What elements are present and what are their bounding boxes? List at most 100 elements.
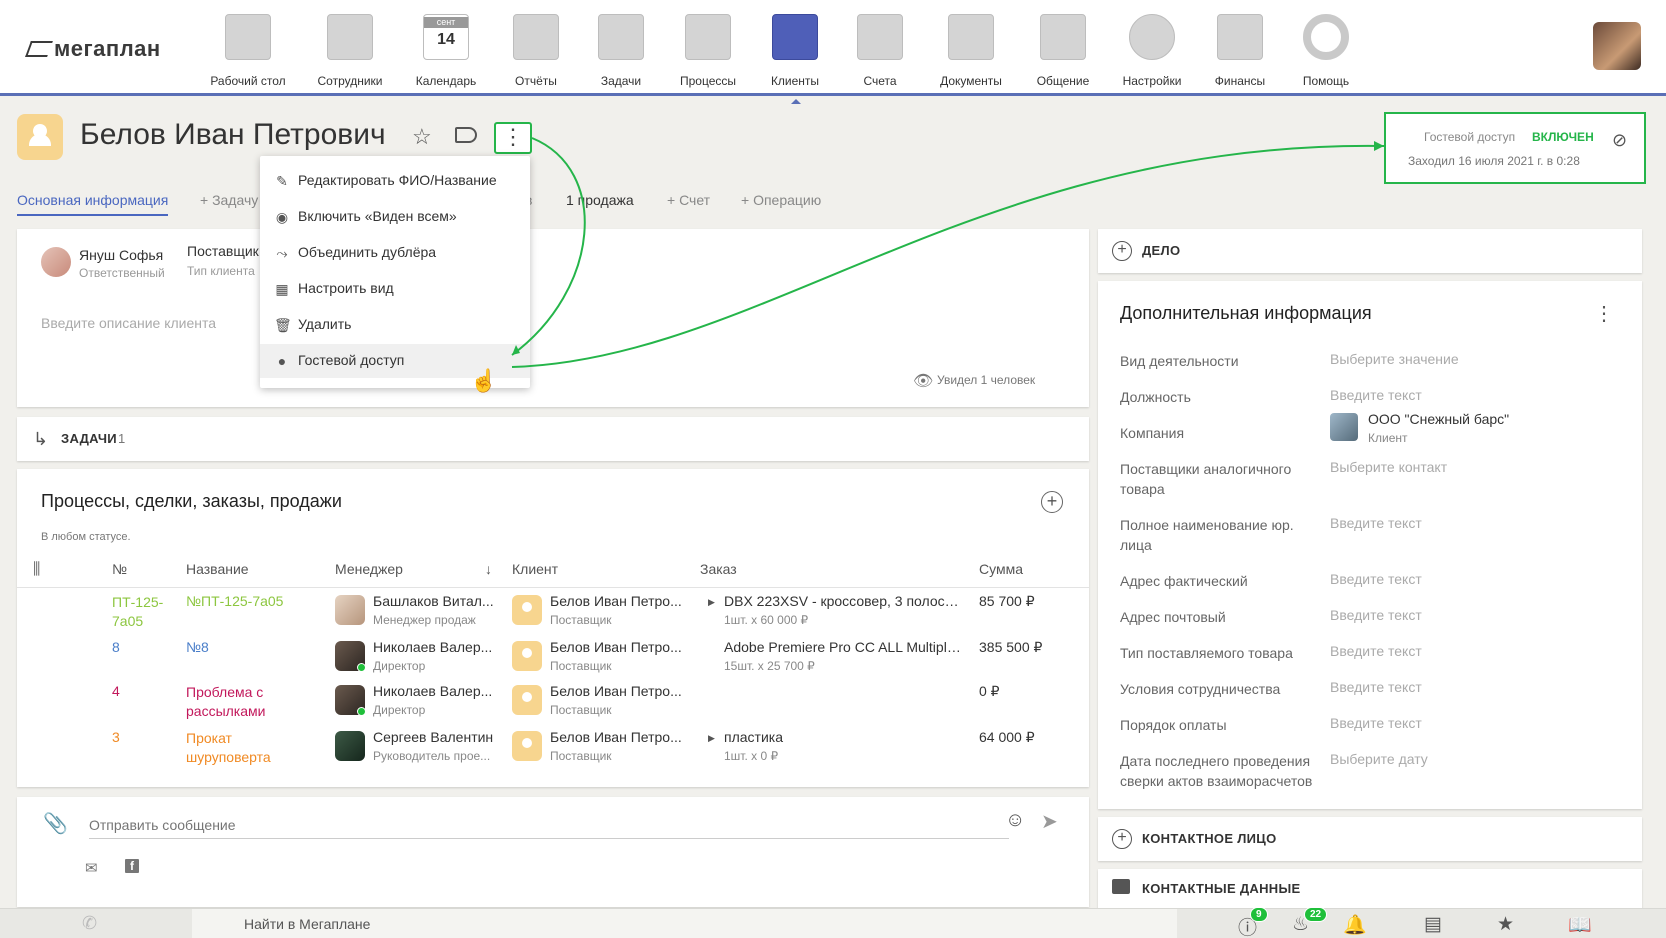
client-name[interactable]: Белов Иван Петро... (550, 729, 685, 745)
manager-avatar[interactable] (335, 595, 365, 625)
nav-item-invoices[interactable]: Счета (838, 14, 922, 88)
contact-person-section[interactable]: + КОНТАКТНОЕ ЛИЦО (1098, 817, 1642, 861)
user-avatar[interactable] (1593, 22, 1641, 70)
menu-item-edit-name[interactable]: ✎ Редактировать ФИО/Название (260, 164, 530, 198)
facebook-icon[interactable]: f (125, 859, 139, 873)
menu-item-merge-duplicate[interactable]: ⤳ Объединить дублёра (260, 236, 530, 270)
columns-settings-icon[interactable]: ⫼ (33, 561, 40, 579)
more-vertical-icon[interactable]: ⋮ (1594, 301, 1614, 326)
contact-data-section[interactable]: КОНТАКТНЫЕ ДАННЫЕ (1098, 869, 1642, 909)
field-value[interactable]: Введите текст (1330, 607, 1422, 623)
field-value[interactable]: Выберите контакт (1330, 459, 1447, 475)
menu-item-delete[interactable]: 🗑 Удалить (260, 308, 530, 342)
menu-item-customize-view[interactable]: ▦ Настроить вид (260, 272, 530, 306)
client-name[interactable]: Белов Иван Петро... (550, 683, 685, 699)
guest-access-status[interactable]: ВКЛЮЧЕН (1532, 130, 1594, 144)
deal-section[interactable]: + ДЕЛО (1098, 229, 1642, 273)
add-circle-icon[interactable]: + (1112, 829, 1132, 849)
row-name[interactable]: №ПТ-125-7a05 (186, 593, 316, 609)
send-icon[interactable]: ➤ (1041, 809, 1058, 834)
nav-item-help[interactable]: Помощь (1284, 14, 1368, 88)
row-name[interactable]: Проблема с рассылками (186, 683, 306, 721)
tab-add-task[interactable]: + Задачу (200, 192, 258, 208)
global-search[interactable]: Найти в Мегаплане (192, 909, 1177, 938)
add-circle-icon[interactable]: + (1112, 241, 1132, 261)
field-value[interactable]: Введите текст (1330, 715, 1422, 731)
nav-item-calendar[interactable]: сент 14 Календарь (404, 14, 488, 88)
star-filled-icon[interactable]: ★ (1497, 913, 1514, 936)
paperclip-icon[interactable]: 📎 (43, 811, 68, 836)
column-header-order[interactable]: Заказ (700, 561, 737, 577)
tab-add-invoice[interactable]: + Счет (667, 192, 710, 208)
row-name[interactable]: Прокат шуруповерта (186, 729, 306, 767)
more-actions-button[interactable]: ⋮ (494, 122, 532, 154)
column-header-manager[interactable]: Менеджер (335, 561, 403, 577)
field-value[interactable]: Введите текст (1330, 387, 1422, 403)
sort-arrow-icon[interactable]: ↓ (485, 561, 492, 577)
megaplan-logo[interactable]: мегаплан (25, 36, 161, 62)
nav-item-employees[interactable]: Сотрудники (308, 14, 392, 88)
nav-item-chat[interactable]: Общение (1021, 14, 1105, 88)
processes-filter-status[interactable]: В любом статусе. (41, 531, 131, 543)
field-value[interactable]: Выберите дату (1330, 751, 1428, 767)
nav-item-tasks[interactable]: Задачи (579, 14, 663, 88)
expand-arrow-icon[interactable]: ▶ (708, 597, 715, 608)
field-value[interactable]: Введите текст (1330, 679, 1422, 695)
manager-name[interactable]: Сергеев Валентин (373, 729, 498, 745)
tag-icon[interactable] (455, 127, 477, 143)
row-number[interactable]: 3 (112, 729, 172, 745)
client-name[interactable]: Белов Иван Петро... (550, 593, 685, 609)
nav-item-settings[interactable]: Настройки (1110, 14, 1194, 88)
row-name[interactable]: №8 (186, 639, 316, 655)
emoji-icon[interactable]: ☺ (1005, 809, 1025, 832)
responsible-name[interactable]: Януш Софья (79, 247, 163, 263)
row-number[interactable]: 8 (112, 639, 172, 655)
description-input[interactable]: Введите описание клиента (41, 315, 216, 331)
client-type-value[interactable]: Поставщик (187, 243, 259, 259)
order-name[interactable]: DBX 223XSV - кроссовер, 3 полосы... (724, 593, 964, 609)
nav-item-finance[interactable]: Финансы (1198, 14, 1282, 88)
add-process-button[interactable]: + (1041, 491, 1063, 513)
company-name[interactable]: ООО "Снежный барс" (1368, 411, 1509, 427)
row-number[interactable]: ПТ-125-7a05 (112, 593, 172, 631)
eye-off-icon[interactable]: ⊘ (1612, 130, 1627, 151)
field-value[interactable]: Введите текст (1330, 515, 1422, 531)
column-header-sum[interactable]: Сумма (979, 561, 1023, 577)
manager-name[interactable]: Николаев Валер... (373, 639, 498, 655)
field-value[interactable]: Выберите значение (1330, 351, 1459, 367)
manager-name[interactable]: Николаев Валер... (373, 683, 498, 699)
row-number[interactable]: 4 (112, 683, 172, 699)
manager-avatar[interactable] (335, 731, 365, 761)
tab-add-operation[interactable]: + Операцию (741, 192, 821, 208)
order-name[interactable]: Adobe Premiere Pro CC ALL Multiple... (724, 639, 964, 655)
manager-name[interactable]: Башлаков Витал... (373, 593, 498, 609)
alert-icon[interactable]: ⓘ 9 (1238, 907, 1268, 938)
book-icon[interactable]: 📖 (1568, 913, 1592, 937)
message-input[interactable] (89, 811, 1009, 839)
nav-item-processes[interactable]: Процессы (666, 14, 750, 88)
expand-arrow-icon[interactable]: ▶ (708, 733, 715, 744)
field-value[interactable]: Введите текст (1330, 643, 1422, 659)
email-icon[interactable]: ✉ (85, 859, 98, 877)
tab-sales[interactable]: 1 продажа (566, 192, 634, 208)
phone-icon[interactable]: ✆ (82, 913, 97, 934)
nav-item-documents[interactable]: Документы (929, 14, 1013, 88)
star-icon[interactable]: ☆ (412, 124, 432, 150)
seen-counter[interactable]: 👁 Увидел 1 человек (913, 373, 1035, 390)
tab-main-info[interactable]: Основная информация (17, 192, 169, 216)
column-header-num[interactable]: № (112, 561, 127, 577)
fire-icon[interactable]: ♨ 22 (1292, 907, 1328, 936)
bell-icon[interactable]: 🔔 (1343, 913, 1367, 937)
field-value[interactable]: Введите текст (1330, 571, 1422, 587)
order-name[interactable]: пластика (724, 729, 964, 745)
nav-item-desktop[interactable]: Рабочий стол (206, 14, 290, 88)
tasks-section[interactable]: ↳ ЗАДАЧИ 1 (17, 417, 1089, 461)
client-name[interactable]: Белов Иван Петро... (550, 639, 685, 655)
nav-item-clients[interactable]: Клиенты (753, 14, 837, 104)
menu-item-visible-all[interactable]: ◉ Включить «Виден всем» (260, 200, 530, 234)
responsible-avatar[interactable] (41, 247, 71, 277)
column-header-client[interactable]: Клиент (512, 561, 558, 577)
nav-item-reports[interactable]: Отчёты (494, 14, 578, 88)
message-icon[interactable]: ▤ (1424, 913, 1442, 936)
column-header-name[interactable]: Название (186, 561, 249, 577)
